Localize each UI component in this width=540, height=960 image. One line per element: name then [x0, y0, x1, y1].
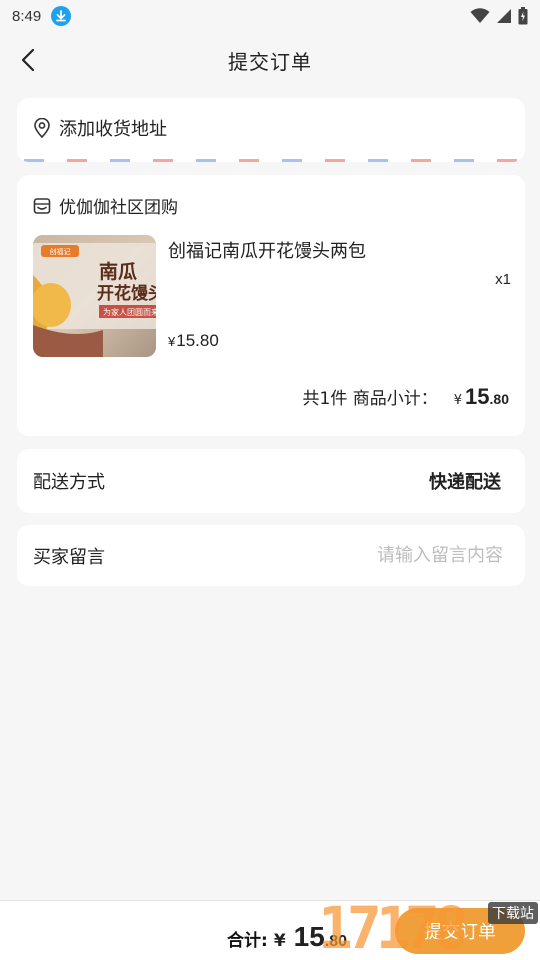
page-header: 提交订单: [0, 34, 540, 86]
delivery-value: 快递配送: [429, 472, 501, 493]
total-decimal: .80: [324, 933, 348, 950]
location-pin-icon: [34, 118, 50, 138]
download-icon: [51, 6, 72, 26]
total-box: 合计: ¥ 15 .80: [227, 921, 347, 953]
add-address-label: 添加收货地址: [59, 119, 167, 140]
add-address-row[interactable]: 添加收货地址: [17, 98, 525, 158]
chevron-left-icon: [21, 48, 35, 72]
page-title: 提交订单: [228, 49, 312, 74]
subtotal-decimal: .80: [489, 391, 509, 407]
price-value: 15.80: [176, 331, 219, 350]
status-time: 8:49: [12, 7, 42, 25]
address-card[interactable]: 添加收货地址: [17, 98, 525, 162]
message-label: 买家留言: [33, 546, 105, 568]
status-bar: 8:49: [0, 0, 540, 32]
delivery-label: 配送方式: [33, 472, 105, 493]
message-input[interactable]: [263, 545, 503, 566]
thumb-brand: 创福记: [50, 247, 71, 256]
subtotal-label: 共1件 商品小计：: [302, 389, 438, 409]
subtotal-currency: ¥: [453, 393, 463, 408]
bottom-bar: 合计: ¥ 15 .80 提交订单: [0, 900, 540, 960]
shop-icon: [33, 197, 51, 214]
thumb-text-3: 为家人团圆而来: [103, 307, 156, 317]
shop-name: 优伽伽社区团购: [59, 198, 178, 218]
buyer-message-card: 买家留言: [17, 525, 525, 586]
total-label: 合计:: [227, 931, 268, 951]
total-integer: 15: [293, 921, 325, 952]
shop-row: 优伽伽社区团购: [17, 175, 525, 218]
envelope-strip-divider: [17, 159, 525, 162]
price-currency: ¥: [168, 334, 176, 349]
thumb-text-1: 南瓜: [99, 261, 137, 283]
goods-price: ¥15.80: [168, 331, 219, 351]
subtotal-row: 共1件 商品小计： ¥ 15 .80: [303, 384, 509, 410]
goods-quantity: x1: [495, 271, 511, 288]
delivery-method-card[interactable]: 配送方式 快递配送: [17, 449, 525, 513]
product-image[interactable]: 创福记 南瓜 开花馒头 为家人团圆而来: [33, 235, 156, 357]
signal-icon: [497, 9, 511, 23]
submit-order-button[interactable]: 提交订单: [395, 908, 525, 954]
goods-item[interactable]: 创福记 南瓜 开花馒头 为家人团圆而来 创福记南瓜开花馒头两包 x1 ¥15.8…: [33, 235, 511, 357]
subtotal-integer: 15: [465, 384, 490, 409]
back-button[interactable]: [14, 46, 42, 74]
battery-icon: [518, 7, 528, 25]
total-currency: ¥: [273, 931, 286, 951]
goods-title: 创福记南瓜开花馒头两包: [168, 241, 366, 262]
status-icons: [470, 7, 528, 25]
wifi-icon: [470, 8, 490, 23]
thumb-text-2: 开花馒头: [97, 283, 156, 304]
order-goods-card: 优伽伽社区团购 创福记 南瓜 开花馒头: [17, 175, 525, 436]
